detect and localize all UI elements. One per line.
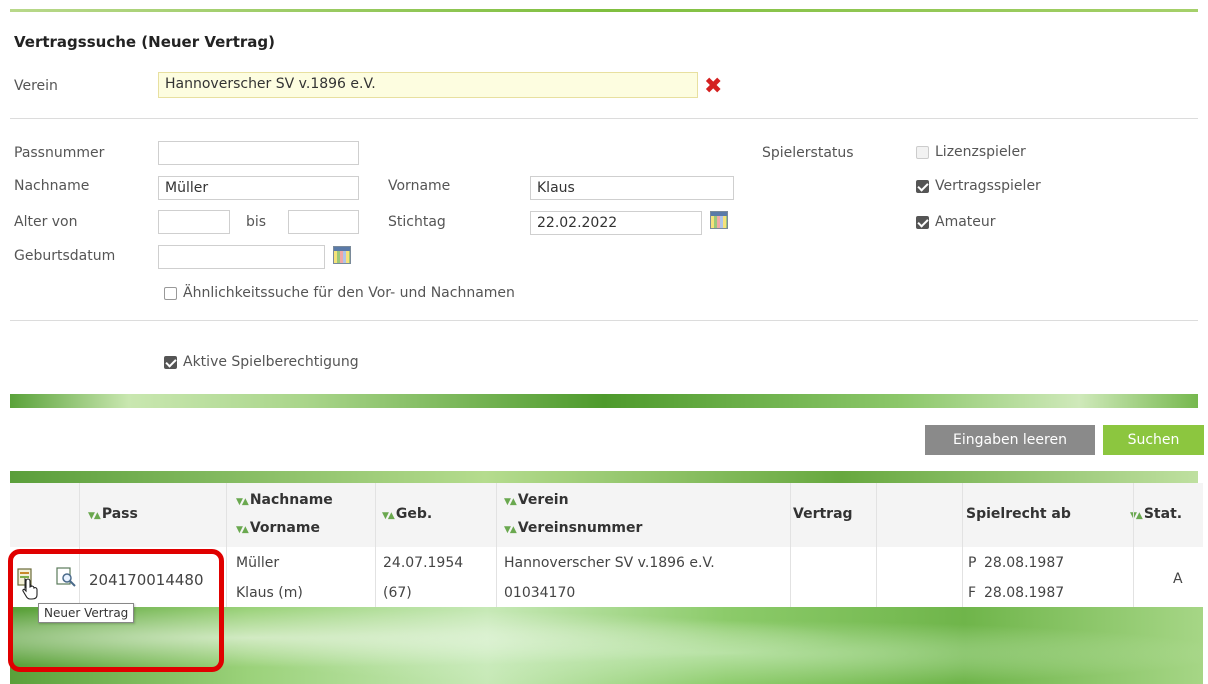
column-divider (375, 483, 376, 607)
column-stat[interactable]: ▼▲ Stat. (1130, 506, 1182, 522)
column-divider (790, 483, 791, 607)
checkbox-amateur[interactable] (916, 215, 929, 229)
vertragsspieler-checkbox[interactable]: Vertragsspieler (916, 178, 1041, 194)
checkbox-lizenzspieler[interactable] (916, 145, 929, 159)
lizenzspieler-checkbox[interactable]: Lizenzspieler (916, 144, 1026, 160)
column-vereinsnummer-label: Vereinsnummer (517, 520, 643, 536)
stichtag-label: Stichtag (388, 214, 446, 230)
aehnlichkeit-text: Ähnlichkeitssuche für den Vor- und Nachn… (183, 285, 515, 301)
verein-cell: Hannoverscher SV v.1896 e.V. (504, 555, 715, 571)
column-pass[interactable]: ▼▲ Pass (88, 506, 138, 522)
verein-label: Verein (14, 78, 58, 94)
top-accent-line (10, 9, 1198, 12)
geb-cell: 24.07.1954 (383, 555, 464, 571)
calendar-icon[interactable] (333, 246, 351, 264)
lizenzspieler-text: Lizenzspieler (935, 144, 1026, 160)
divider (10, 320, 1198, 321)
column-spielrecht: Spielrecht ab (966, 506, 1071, 522)
checkbox-aehnlichkeit[interactable] (164, 286, 177, 300)
vertragsspieler-text: Vertragsspieler (935, 178, 1041, 194)
column-verein-label: Verein (517, 492, 569, 508)
spielrecht-p-code: P (968, 555, 977, 571)
passnummer-input[interactable] (158, 141, 359, 165)
column-stat-label: Stat. (1143, 506, 1183, 522)
spielerstatus-label: Spielerstatus (762, 145, 854, 161)
page-title: Vertragssuche (Neuer Vertrag) (14, 33, 275, 51)
spielrecht-p-cell: 28.08.1987 (984, 555, 1065, 571)
vorname-label: Vorname (388, 178, 451, 194)
column-pass-label: Pass (101, 506, 138, 522)
column-nachname[interactable]: ▼▲ Nachname (236, 492, 333, 508)
nachname-label: Nachname (14, 178, 90, 194)
divider (10, 118, 1198, 119)
table-top-bar (10, 471, 1198, 483)
geburtsdatum-label: Geburtsdatum (14, 248, 116, 264)
column-vorname[interactable]: ▼▲ Vorname (236, 520, 320, 536)
checkbox-vertragsspieler[interactable] (916, 179, 929, 193)
aktive-spielberechtigung-checkbox[interactable]: Aktive Spielberechtigung (164, 354, 359, 370)
spielrecht-f-code: F (968, 585, 977, 601)
bis-input[interactable] (288, 210, 359, 234)
vereinsnummer-cell: 01034170 (504, 585, 576, 601)
sort-icon[interactable]: ▼▲ (236, 525, 249, 535)
sort-icon[interactable]: ▼▲ (88, 511, 101, 521)
tooltip: Neuer Vertrag (38, 603, 135, 623)
vorname-input[interactable]: Klaus (530, 176, 734, 200)
column-vertrag: Vertrag (793, 506, 853, 522)
stichtag-input[interactable]: 22.02.2022 (530, 211, 702, 235)
nachname-cell: Müller (236, 555, 280, 571)
bis-label: bis (246, 214, 267, 230)
column-geb-label: Geb. (395, 506, 433, 522)
remove-icon[interactable]: ✖ (704, 76, 722, 98)
sort-icon[interactable]: ▼▲ (236, 497, 249, 507)
column-divider (962, 483, 963, 607)
aehnlichkeit-checkbox[interactable]: Ähnlichkeitssuche für den Vor- und Nachn… (164, 285, 515, 301)
column-geb[interactable]: ▼▲ Geb. (382, 506, 432, 522)
column-vorname-label: Vorname (249, 520, 320, 536)
alter-von-label: Alter von (14, 214, 78, 230)
nachname-input[interactable]: Müller (158, 176, 359, 200)
checkbox-aktive[interactable] (164, 355, 177, 369)
alter-cell: (67) (383, 585, 412, 601)
search-button[interactable]: Suchen (1103, 425, 1204, 455)
amateur-checkbox[interactable]: Amateur (916, 214, 996, 230)
vorname-cell: Klaus (m) (236, 585, 303, 601)
column-nachname-label: Nachname (249, 492, 333, 508)
column-verein[interactable]: ▼▲ Verein (504, 492, 569, 508)
column-divider (876, 483, 877, 607)
verein-input[interactable]: Hannoverscher SV v.1896 e.V. (158, 72, 698, 98)
spielrecht-f-cell: 28.08.1987 (984, 585, 1065, 601)
column-divider (226, 483, 227, 607)
geburtsdatum-input[interactable] (158, 245, 325, 269)
amateur-text: Amateur (935, 214, 996, 230)
stat-cell: A (1173, 571, 1183, 587)
clear-inputs-button[interactable]: Eingaben leeren (925, 425, 1095, 455)
section-separator (10, 394, 1198, 408)
table-header: ▼▲ Pass ▼▲ Nachname ▼▲ Vorname ▼▲ Geb. ▼▲ Ver… (10, 483, 1203, 548)
column-divider (1133, 483, 1134, 607)
sort-icon[interactable]: ▼▲ (504, 525, 517, 535)
alter-von-input[interactable] (158, 210, 230, 234)
aktive-text: Aktive Spielberechtigung (183, 354, 359, 370)
calendar-icon[interactable] (710, 211, 728, 229)
column-vereinsnummer[interactable]: ▼▲ Vereinsnummer (504, 520, 642, 536)
column-divider (496, 483, 497, 607)
sort-icon[interactable]: ▼▲ (1130, 511, 1143, 521)
hand-cursor-icon (22, 578, 40, 604)
sort-icon[interactable]: ▼▲ (504, 497, 517, 507)
passnummer-label: Passnummer (14, 145, 105, 161)
sort-icon[interactable]: ▼▲ (382, 511, 395, 521)
